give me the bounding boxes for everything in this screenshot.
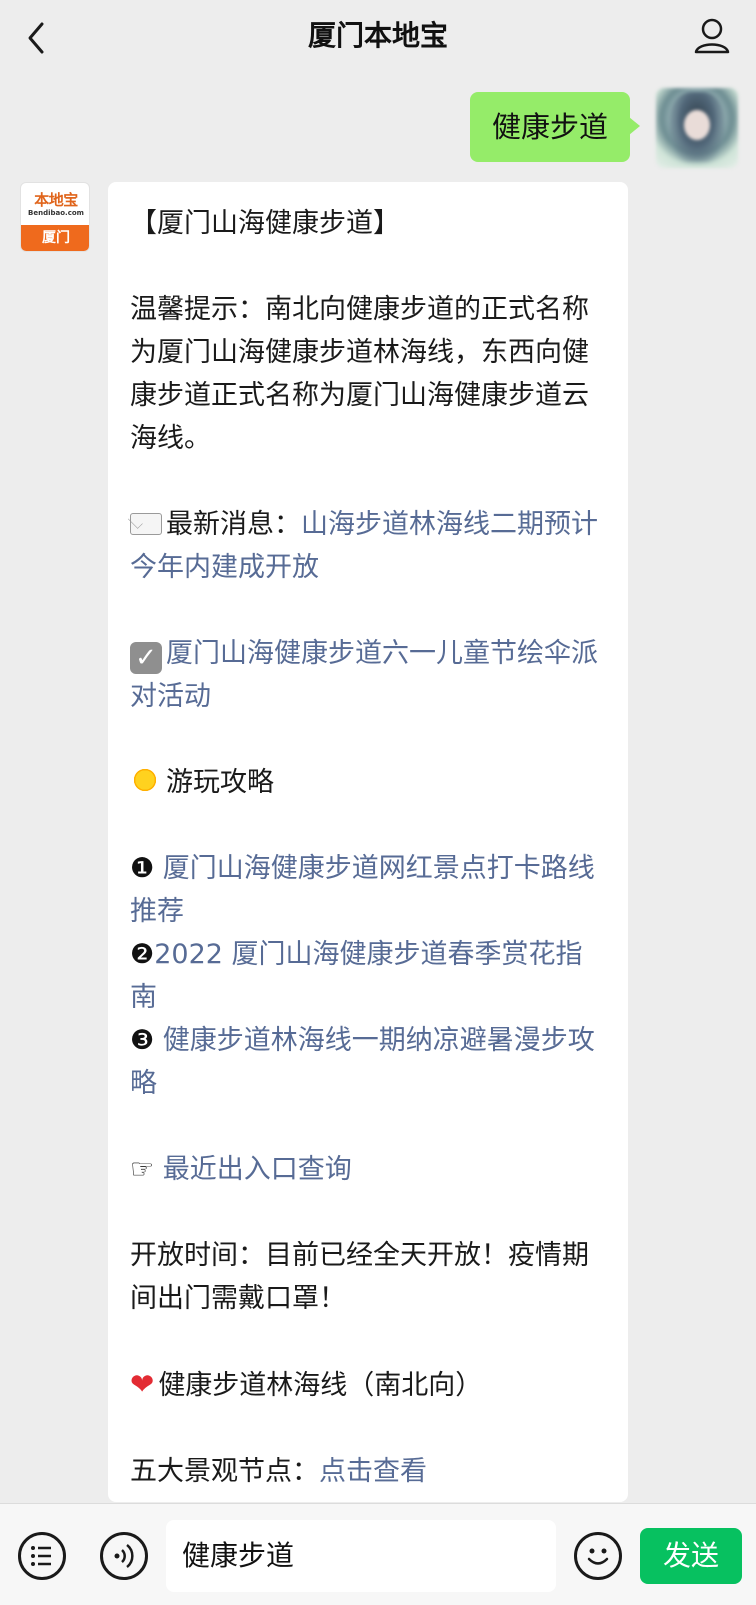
logo-city: 厦门 — [21, 225, 89, 251]
guide-link-3[interactable]: 健康步道林海线一期纳凉避暑漫步攻略 — [130, 1025, 595, 1099]
list-icon — [31, 1546, 51, 1566]
back-button[interactable] — [18, 18, 58, 58]
number-one-icon: ❶ — [130, 853, 155, 884]
input-bar: 健康步道 发送 — [0, 1503, 756, 1605]
news-line: 最新消息：山海步道林海线二期预计今年内建成开放 — [130, 503, 606, 589]
event-line: ✓ 厦门山海健康步道六一儿童节绘伞派对活动 — [130, 632, 606, 718]
avatar-face — [684, 110, 710, 140]
user-avatar[interactable] — [656, 88, 738, 168]
nodes-label: 五大景观节点： — [130, 1456, 319, 1487]
emoji-button[interactable] — [574, 1532, 622, 1580]
pointing-hand-icon: ☞ — [130, 1154, 155, 1185]
logo-brand: 本地宝 — [34, 191, 78, 209]
profile-button[interactable] — [690, 14, 734, 58]
sun-icon — [130, 765, 160, 795]
route-title: 健康步道林海线（南北向） — [158, 1370, 483, 1401]
open-hours: 开放时间：目前已经全天开放！疫情期间出门需戴口罩！ — [130, 1240, 589, 1314]
envelope-icon — [130, 513, 162, 535]
send-button[interactable]: 发送 — [640, 1528, 742, 1584]
person-icon — [694, 18, 730, 54]
incoming-message: 【厦门山海健康步道】 温馨提示：南北向健康步道的正式名称为厦门山海健康步道林海线… — [108, 182, 628, 1502]
voice-button[interactable] — [100, 1532, 148, 1580]
chevron-left-icon — [28, 22, 44, 54]
chat-title: 厦门本地宝 — [307, 19, 448, 52]
guide-item-1: ❶ 厦门山海健康步道网红景点打卡路线推荐 — [130, 847, 606, 933]
logo-domain: Bendibao.com — [28, 209, 84, 217]
guide-title-line: 游玩攻略 — [130, 761, 606, 804]
number-two-icon: ❷ — [130, 939, 155, 970]
smiley-icon — [587, 1548, 609, 1565]
nodes-line: 五大景观节点：点击查看 — [130, 1450, 606, 1493]
guide-item-3: ❸ 健康步道林海线一期纳凉避暑漫步攻略 — [130, 1019, 606, 1105]
reply-heading: 【厦门山海健康步道】 — [130, 208, 400, 239]
outgoing-message[interactable]: 健康步道 — [469, 92, 641, 162]
news-label: 最新消息： — [166, 509, 301, 540]
route-title-line: ❤ 健康步道林海线（南北向） — [130, 1363, 606, 1407]
reply-tip: 温馨提示：南北向健康步道的正式名称为厦门山海健康步道林海线，东西向健康步道正式名… — [130, 294, 589, 454]
guide-link-2[interactable]: 2022 厦门山海健康步道春季赏花指南 — [130, 939, 583, 1013]
heart-icon: ❤ — [130, 1367, 155, 1401]
nodes-link[interactable]: 点击查看 — [319, 1456, 427, 1487]
event-link[interactable]: 厦门山海健康步道六一儿童节绘伞派对活动 — [130, 638, 598, 712]
voice-icon — [114, 1544, 134, 1568]
menu-button[interactable] — [18, 1532, 66, 1580]
number-three-icon: ❸ — [130, 1025, 155, 1056]
chat-header: 厦门本地宝 — [0, 0, 756, 74]
guide-link-1[interactable]: 厦门山海健康步道网红景点打卡路线推荐 — [130, 853, 595, 927]
guide-title: 游玩攻略 — [166, 767, 274, 798]
entrance-link[interactable]: 最近出入口查询 — [154, 1154, 352, 1185]
entrance-line: ☞ 最近出入口查询 — [130, 1148, 606, 1191]
message-input[interactable]: 健康步道 — [166, 1520, 556, 1592]
check-box-icon: ✓ — [130, 642, 162, 674]
guide-item-2: ❷2022 厦门山海健康步道春季赏花指南 — [130, 933, 606, 1019]
bot-avatar[interactable]: 本地宝 Bendibao.com 厦门 — [20, 182, 90, 252]
